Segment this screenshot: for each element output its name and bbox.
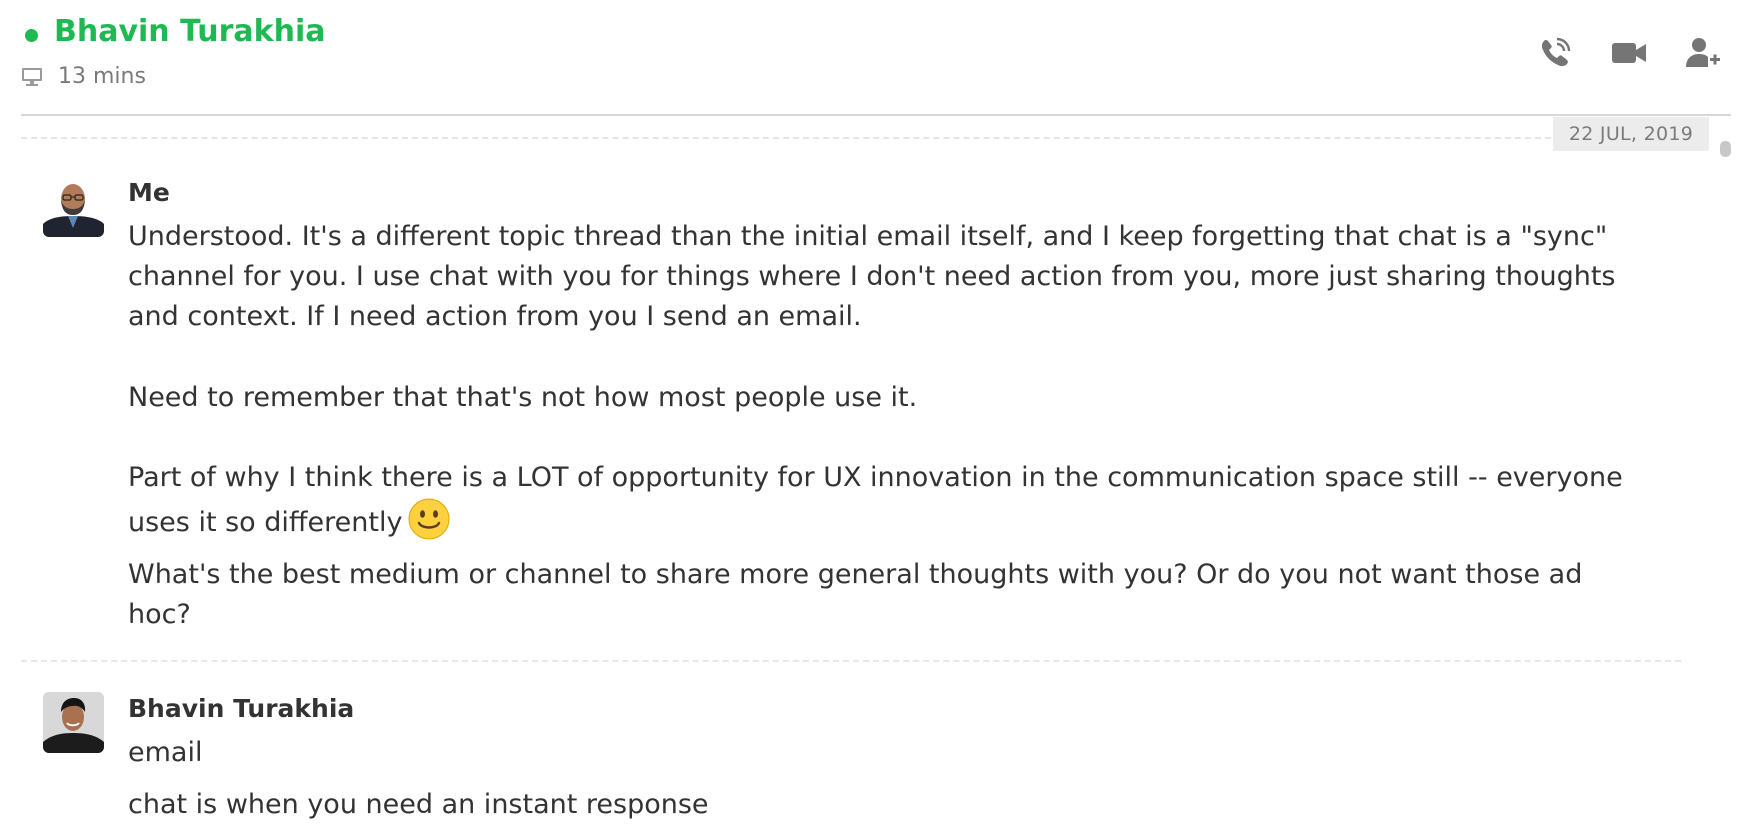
- message-text: Part of why I think there is a LOT of op…: [128, 462, 1623, 538]
- message-sender: Me: [128, 178, 170, 207]
- header-divider: [21, 114, 1731, 116]
- last-seen-duration: 13 mins: [58, 64, 146, 89]
- add-user-icon[interactable]: [1684, 34, 1722, 72]
- phone-icon[interactable]: [1536, 34, 1574, 72]
- date-separator: 22 JUL, 2019: [1553, 117, 1709, 151]
- message-sender: Bhavin Turakhia: [128, 694, 355, 723]
- message-divider: [21, 660, 1681, 662]
- scrollbar-thumb[interactable]: [1720, 141, 1731, 157]
- message-text: email: [128, 737, 203, 768]
- message-text: chat is when you need an instant respons…: [128, 789, 709, 820]
- video-camera-icon[interactable]: [1610, 34, 1648, 72]
- message-text: What's the best medium or channel to sha…: [128, 559, 1591, 630]
- avatar-me[interactable]: [43, 176, 104, 237]
- avatar-bhavin[interactable]: [43, 692, 104, 753]
- slightly-smiling-face-icon: [408, 498, 450, 540]
- message-text: Need to remember that that's not how mos…: [128, 382, 918, 413]
- chat-header: Bhavin Turakhia 13 mins: [0, 0, 1753, 116]
- contact-name[interactable]: Bhavin Turakhia: [54, 14, 326, 50]
- online-status-dot: [25, 29, 38, 42]
- monitor-icon: [21, 67, 43, 87]
- message-text-with-emoji: Part of why I think there is a LOT of op…: [128, 458, 1628, 543]
- message-text: Understood. It's a different topic threa…: [128, 221, 1625, 332]
- date-separator-line: [21, 137, 1551, 139]
